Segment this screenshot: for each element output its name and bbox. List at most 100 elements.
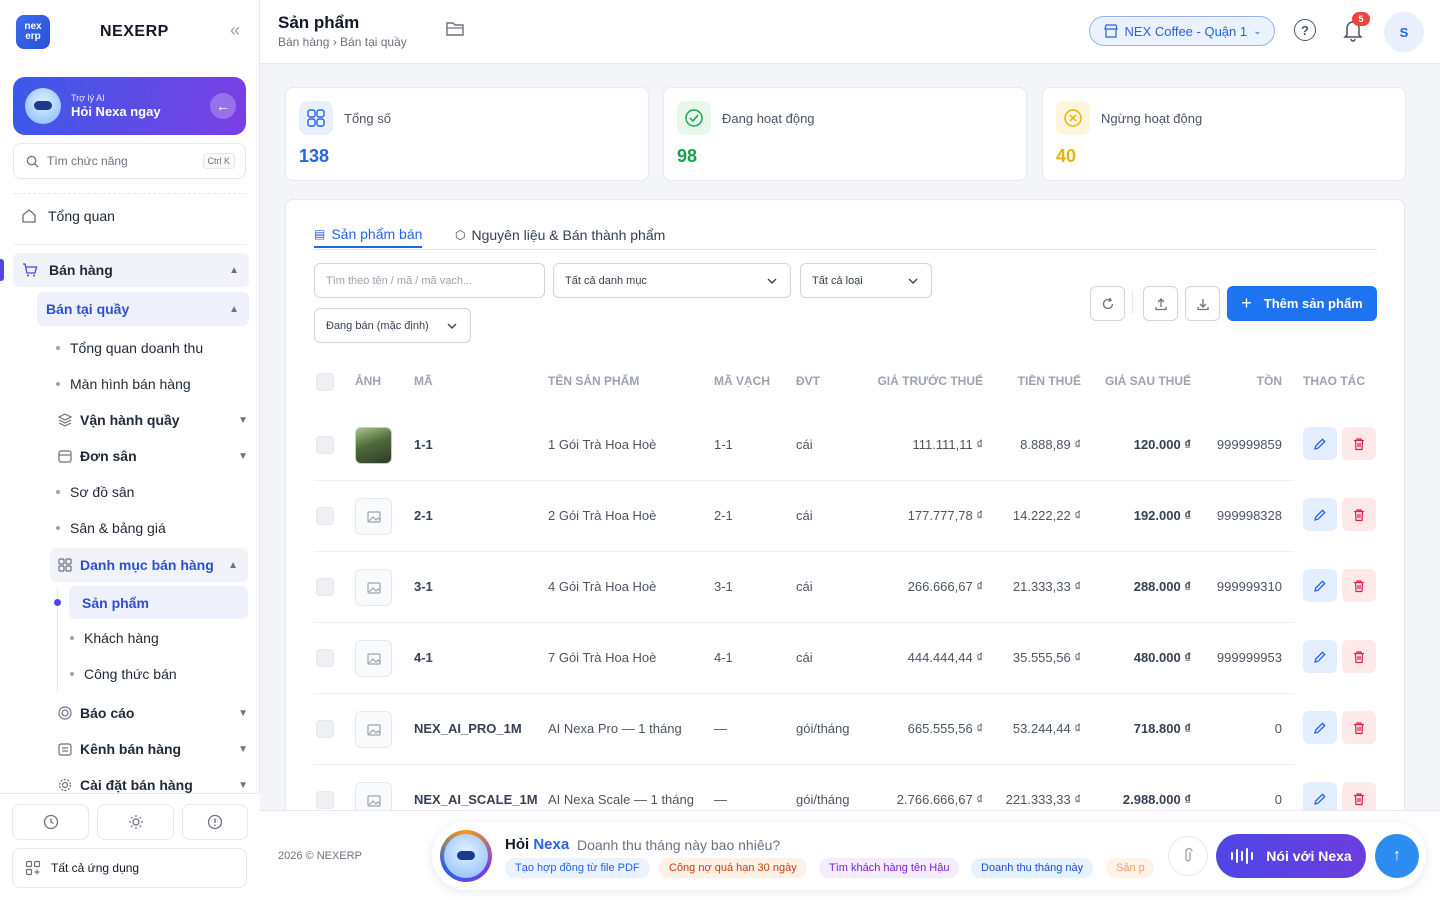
send-button[interactable]: ↑	[1375, 834, 1419, 878]
cart-icon	[21, 261, 39, 279]
sidebar-item-customers[interactable]: Khách hàng	[70, 628, 159, 648]
delete-button[interactable]	[1342, 427, 1376, 460]
row-checkbox[interactable]	[316, 578, 334, 596]
table-row[interactable]: 4-1 7 Gói Trà Hoa Hoè 4-1 cái 444.444,44 ₫ 35…	[314, 623, 1377, 694]
status-select[interactable]: Đang bán (mặc định)	[314, 308, 471, 343]
sidebar-item-court-orders[interactable]: Đơn sân ▼	[56, 446, 248, 466]
collapse-sidebar-button[interactable]: «	[230, 20, 240, 41]
sidebar: nex erp NEXERP « Trợ lý AI Hỏi Nexa ngay…	[0, 0, 260, 900]
sidebar-item-counter-sales[interactable]: Bán tại quầy ▲	[37, 292, 249, 326]
row-checkbox[interactable]	[316, 507, 334, 525]
chevron-up-icon: ▲	[228, 559, 238, 571]
delete-button[interactable]	[1342, 711, 1376, 744]
tab-materials[interactable]: ⬡ Nguyên liệu & Bán thành phẩm	[455, 222, 665, 248]
column-header[interactable]: MÃ	[414, 374, 433, 388]
image-placeholder-icon[interactable]	[355, 711, 392, 748]
edit-icon	[1314, 508, 1326, 521]
edit-button[interactable]	[1303, 427, 1337, 460]
table-row[interactable]: 1-1 1 Gói Trà Hoa Hoè 1-1 cái 111.111,11 ₫ 8.…	[314, 410, 1377, 481]
row-checkbox[interactable]	[316, 436, 334, 454]
edit-button[interactable]	[1303, 498, 1337, 531]
product-code: 2-1	[414, 508, 433, 523]
sidebar-item-pos-screen[interactable]: Màn hình bán hàng	[56, 374, 191, 394]
table-row[interactable]: 2-1 2 Gói Trà Hoa Hoè 2-1 cái 177.777,78 ₫ 14…	[314, 481, 1377, 552]
category-select[interactable]: Tất cả danh mục	[553, 263, 791, 298]
column-header[interactable]: TỒN	[1214, 374, 1282, 388]
suggestion-chip[interactable]: Tìm khách hàng tên Hậu	[819, 858, 960, 878]
sidebar-item-sales[interactable]: Bán hàng ▲	[13, 253, 249, 287]
column-header[interactable]: GIÁ TRƯỚC THUẾ	[854, 374, 983, 388]
import-button[interactable]	[1143, 286, 1178, 321]
top-bar: Sản phẩm Bán hàng › Bán tại quầy NEX Cof…	[260, 0, 1440, 64]
all-apps-button[interactable]: Tất cả ứng dụng	[12, 848, 247, 888]
tab-label: Nguyên liệu & Bán thành phẩm	[471, 227, 666, 243]
arrow-left-icon[interactable]: ←	[210, 93, 236, 119]
table-row[interactable]: NEX_AI_PRO_1M AI Nexa Pro — 1 tháng — gói/t…	[314, 694, 1377, 765]
history-button[interactable]	[12, 804, 89, 840]
ai-assistant-card[interactable]: Trợ lý AI Hỏi Nexa ngay ←	[13, 77, 246, 135]
delete-button[interactable]	[1342, 498, 1376, 531]
delete-button[interactable]	[1342, 640, 1376, 673]
sidebar-item-revenue-overview[interactable]: Tổng quan doanh thu	[56, 338, 203, 358]
sidebar-item-products[interactable]: Sản phẩm	[69, 586, 248, 619]
sidebar-item-overview[interactable]: Tổng quan	[20, 205, 246, 227]
help-button[interactable]: ?	[1294, 19, 1316, 41]
suggestion-chip[interactable]: Công nợ quá hạn 30 ngày	[659, 858, 807, 878]
stock-quantity: 0	[1274, 792, 1282, 807]
row-checkbox[interactable]	[316, 791, 334, 809]
image-placeholder-icon[interactable]	[355, 640, 392, 677]
nexa-question-input[interactable]: Doanh thu tháng này bao nhiêu?	[577, 837, 780, 853]
column-header[interactable]: TÊN SẢN PHẨM	[548, 374, 639, 388]
column-header[interactable]: GIÁ SAU THUẾ	[1094, 374, 1191, 388]
column-header[interactable]: ẢNH	[355, 374, 381, 388]
edit-icon	[1314, 437, 1326, 450]
product-code: 3-1	[414, 579, 433, 594]
row-checkbox[interactable]	[316, 720, 334, 738]
edit-button[interactable]	[1303, 711, 1337, 744]
sidebar-item-reports[interactable]: Báo cáo ▼	[56, 703, 248, 723]
breadcrumb[interactable]: Bán hàng › Bán tại quầy	[278, 35, 407, 49]
delete-button[interactable]	[1342, 569, 1376, 602]
store-selector[interactable]: NEX Coffee - Quận 1 ⌄	[1089, 16, 1275, 46]
sidebar-item-court-map[interactable]: Sơ đồ sân	[56, 482, 134, 502]
sidebar-item-court-pricing[interactable]: Sân & bảng giá	[56, 518, 166, 538]
report-issue-button[interactable]	[182, 804, 248, 840]
attach-button[interactable]	[1168, 836, 1208, 876]
image-placeholder-icon[interactable]	[355, 569, 392, 606]
suggestion-chip[interactable]: Tạo hợp đồng từ file PDF	[505, 858, 650, 878]
active-dot	[54, 599, 61, 606]
edit-button[interactable]	[1303, 640, 1337, 673]
brand[interactable]: nex erp NEXERP «	[16, 14, 246, 50]
row-checkbox[interactable]	[316, 649, 334, 667]
sidebar-item-recipes[interactable]: Công thức bán	[70, 664, 177, 684]
refresh-button[interactable]	[1090, 286, 1125, 321]
image-placeholder-icon[interactable]	[355, 498, 392, 535]
theme-toggle-button[interactable]	[97, 804, 174, 840]
product-thumbnail[interactable]	[355, 427, 392, 464]
feature-search-input[interactable]: Tìm chức năng Ctrl K	[13, 143, 246, 179]
export-button[interactable]	[1185, 286, 1220, 321]
type-select[interactable]: Tất cả loại	[800, 263, 932, 298]
user-avatar[interactable]: S	[1384, 12, 1424, 52]
suggestion-chip[interactable]: Doanh thu tháng này	[971, 858, 1094, 878]
product-search-input[interactable]: Tìm theo tên / mã / mã vạch...	[314, 263, 545, 298]
sidebar-item-counter-ops[interactable]: Vận hành quầy ▼	[56, 410, 248, 430]
select-value: Tất cả loại	[812, 274, 863, 287]
edit-button[interactable]	[1303, 569, 1337, 602]
tab-sales-products[interactable]: ▤ Sản phẩm bán	[314, 222, 423, 248]
column-header[interactable]: MÃ VẠCH	[714, 374, 770, 388]
sidebar-item-label: Cài đặt bán hàng	[80, 777, 193, 793]
column-header[interactable]: ĐVT	[796, 374, 820, 388]
sidebar-item-sales-catalog[interactable]: Danh mục bán hàng ▲	[50, 548, 248, 582]
store-icon	[1103, 24, 1118, 38]
select-all-checkbox[interactable]	[316, 373, 334, 391]
folder-icon[interactable]	[445, 20, 465, 41]
talk-to-nexa-button[interactable]: Nói với Nexa	[1216, 834, 1366, 878]
nexa-avatar[interactable]	[440, 830, 492, 882]
column-header[interactable]: TIỀN THUẾ	[1004, 374, 1081, 388]
add-product-button[interactable]: + Thêm sản phẩm	[1227, 286, 1377, 321]
suggestion-chip[interactable]: Sản p	[1106, 858, 1154, 878]
table-row[interactable]: 3-1 4 Gói Trà Hoa Hoè 3-1 cái 266.666,67 ₫ 21…	[314, 552, 1377, 623]
sidebar-item-sales-settings[interactable]: Cài đặt bán hàng ▼	[56, 775, 248, 795]
sidebar-item-sales-channels[interactable]: Kênh bán hàng ▼	[56, 739, 248, 759]
